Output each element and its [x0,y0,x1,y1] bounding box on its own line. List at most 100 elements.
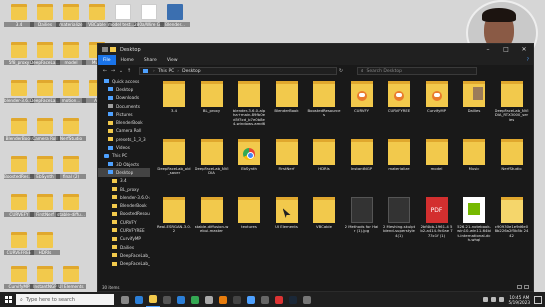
file-item[interactable]: 2 Meshing.skulpt blend-superstyle 4(1) [382,197,416,253]
breadcrumb-this-pc[interactable]: This PC [158,69,174,74]
refresh-button[interactable]: ↻ [337,68,345,74]
minimize-button[interactable]: – [479,46,497,53]
desktop-icon[interactable]: stable-diffu... [56,194,86,228]
nav-item[interactable]: BlenderBook [98,201,150,209]
media-icon[interactable] [272,292,286,307]
nav-item[interactable]: blender-3.6.0-a [98,193,150,201]
quick-access-toolbar-icon[interactable] [102,47,108,52]
file-item[interactable]: CURVFY [345,81,379,137]
up-button[interactable]: ↑ [125,68,133,74]
taskbar-search-input[interactable]: ⌕ Type here to search [16,294,114,305]
nav-item[interactable]: BlenderBook [98,118,150,126]
file-item[interactable]: Music [457,139,491,195]
desktop-icon[interactable]: HDRIs [30,232,60,266]
large-icons-view-icon[interactable] [524,285,529,289]
nav-item[interactable]: presets_1_3_3 [98,135,150,143]
close-button[interactable]: ✕ [515,46,533,53]
nav-item[interactable]: Desktop [98,168,150,177]
volume-icon[interactable] [498,297,504,302]
nav-item[interactable]: DeepFaceLab_N [98,260,150,268]
nav-item[interactable]: CURVFY [98,218,150,226]
file-item[interactable]: CURVFYREE [382,81,416,137]
store-icon[interactable] [160,292,174,307]
help-icon[interactable]: ? [527,58,529,63]
file-item[interactable]: stable-diffusion-webui-master [195,197,229,253]
nav-item[interactable]: Camera Roll [98,127,150,135]
file-item[interactable]: Dailies [457,81,491,137]
desktop-icon[interactable]: Blender... [160,4,190,38]
file-item[interactable]: DeepFaceLab_NVIDIA_RTX3000_series [495,81,529,137]
task-view-icon[interactable] [118,292,132,307]
nav-item[interactable]: Dailies [98,243,150,251]
file-item[interactable]: NerfStudio [495,139,529,195]
nav-item[interactable]: BL_proxy [98,185,150,193]
address-bar[interactable]: › This PC › Desktop [139,67,337,75]
nav-item[interactable]: CurvifyMP [98,235,150,243]
file-item[interactable]: materialize [382,139,416,195]
file-item[interactable]: blender-3.6.0-alpha+main.89fb0ed5f3cd_b7… [232,81,266,137]
nav-item[interactable]: BoostedResour [98,210,150,218]
recent-locations-chevron-icon[interactable]: ⌄ [117,68,125,74]
nav-item[interactable]: Desktop [98,85,150,93]
nav-item[interactable]: 3D Objects [98,160,150,168]
search-input[interactable]: ⌕ Search Desktop [357,67,477,75]
file-item[interactable]: Real-ESRGAN-3.0.2 [157,197,191,253]
file-item[interactable]: c90930e1e9d6e08b226a2f5b5b 2442 [495,197,529,253]
tab-view[interactable]: View [162,58,183,63]
file-item[interactable]: HDRIs [307,139,341,195]
file-item[interactable]: DeepFaceLab_old_saver [157,139,191,195]
tab-home[interactable]: Home [116,58,139,63]
file-item[interactable]: UI Elements [270,197,304,253]
edge-icon[interactable] [132,292,146,307]
blender-icon[interactable] [216,292,230,307]
tray-chevron-icon[interactable] [482,297,488,302]
tab-file[interactable]: File [98,55,116,65]
desktop-icon[interactable]: final (2) [56,156,86,190]
file-item[interactable]: BlenderBook [270,81,304,137]
tab-share[interactable]: Share [139,58,162,63]
file-item[interactable]: 526.21-notebook-win10-win11-64bit-intern… [457,197,491,253]
desktop-icon[interactable]: NerfStudio [56,118,86,152]
nav-item[interactable]: Pictures [98,110,150,118]
desktop-icon[interactable]: UI Elements [56,266,86,292]
settings-icon[interactable] [202,292,216,307]
file-item[interactable]: textures [232,197,266,253]
nav-item[interactable]: Documents [98,102,150,110]
nav-item[interactable]: Quick access [98,77,150,85]
file-item[interactable]: 2 Methods for Hair (1).jpg [345,197,379,253]
obs-icon[interactable] [230,292,244,307]
steam-icon[interactable] [286,292,300,307]
nav-item[interactable]: CURVFYREE [98,226,150,234]
terminal-icon[interactable] [258,292,272,307]
forward-button[interactable]: → [109,68,117,74]
file-item[interactable]: FirstNerf [270,139,304,195]
photos-icon[interactable] [244,292,258,307]
details-view-icon[interactable] [517,285,522,289]
file-item[interactable]: CurvifyMP [420,81,454,137]
start-button[interactable] [0,292,16,307]
file-item[interactable]: InstantNGP [345,139,379,195]
file-item[interactable]: PDF 2bf4bb-1961-4 5b2-a414-9c0ae 773c1f (… [420,197,454,253]
file-item[interactable]: VBCable [307,197,341,253]
back-button[interactable]: ← [101,68,109,74]
breadcrumb-desktop[interactable]: Desktop [182,69,201,74]
nav-item[interactable]: 3.4 [98,177,150,185]
file-item[interactable]: model [420,139,454,195]
clock[interactable]: 10:45 AM 5/19/2023 [509,295,530,305]
nav-item[interactable]: DeepFaceLab_N [98,251,150,259]
cam-icon[interactable] [300,292,314,307]
file-item[interactable]: EbSynth [232,139,266,195]
nav-item[interactable]: Downloads [98,94,150,102]
file-item[interactable]: BL_proxy [195,81,229,137]
nav-item[interactable]: This PC [98,152,150,160]
notification-icon[interactable] [534,295,542,304]
file-item[interactable]: DeepFaceLab_NVIDIA [195,139,229,195]
chrome-icon[interactable] [188,292,202,307]
file-item[interactable]: 3.4 [157,81,191,137]
network-icon[interactable] [490,297,496,302]
file-item[interactable]: BoostedResources [307,81,341,137]
explorer-icon[interactable] [146,292,160,307]
maximize-button[interactable]: □ [497,46,515,53]
mail-icon[interactable] [174,292,188,307]
nav-item[interactable]: Videos [98,143,150,151]
